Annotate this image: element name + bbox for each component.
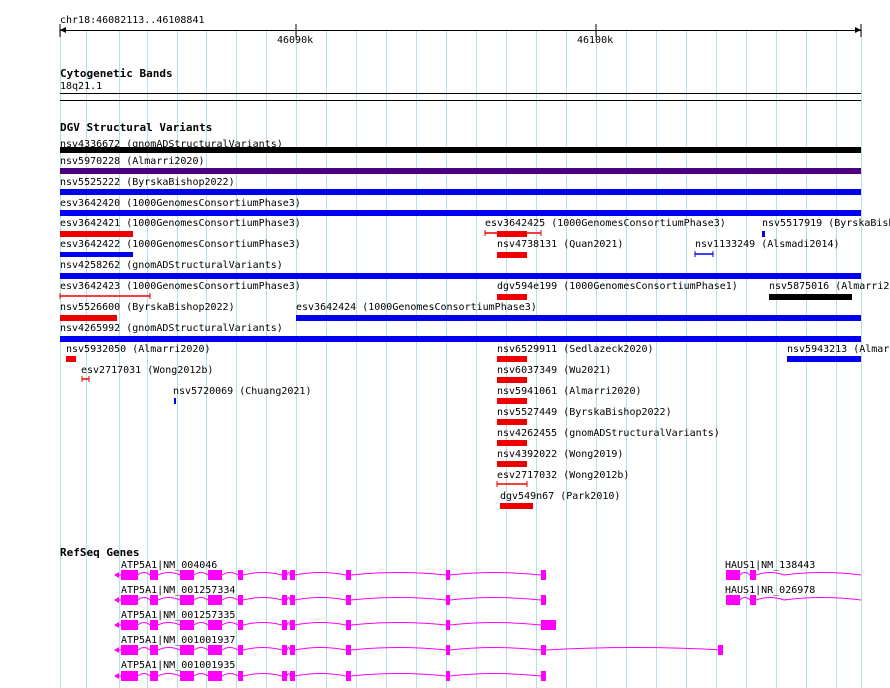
gene-strand-arrow[interactable] xyxy=(114,673,119,679)
gene-exon[interactable] xyxy=(290,645,295,655)
gene-strand-arrow[interactable] xyxy=(114,647,119,653)
gene-exon[interactable] xyxy=(238,570,243,580)
gene-exon[interactable] xyxy=(290,570,295,580)
gene-exon[interactable] xyxy=(180,645,194,655)
gene-exon[interactable] xyxy=(282,645,287,655)
gene-exon[interactable] xyxy=(121,570,138,580)
gene-exon[interactable] xyxy=(446,645,450,655)
dgv-feature-bar[interactable] xyxy=(60,252,133,257)
gene-exon[interactable] xyxy=(150,645,158,655)
gene-exon[interactable] xyxy=(208,620,222,630)
gene-intron-line[interactable] xyxy=(116,673,542,677)
dgv-feature-bar[interactable] xyxy=(497,377,527,383)
gene-exon[interactable] xyxy=(208,645,222,655)
gene-exon[interactable] xyxy=(121,645,138,655)
gene-exon[interactable] xyxy=(121,671,138,681)
ruler-left-arrow[interactable] xyxy=(60,27,66,33)
gene-exon[interactable] xyxy=(150,671,158,681)
gene-exon[interactable] xyxy=(541,595,546,605)
gene-exon[interactable] xyxy=(180,570,194,580)
gene-exon[interactable] xyxy=(346,671,351,681)
dgv-feature-bar[interactable] xyxy=(296,315,861,321)
gene-exon[interactable] xyxy=(208,595,222,605)
gene-exon[interactable] xyxy=(446,570,450,580)
gene-exon[interactable] xyxy=(238,595,243,605)
dgv-feature-bar[interactable] xyxy=(787,356,861,362)
gene-intron-line[interactable] xyxy=(116,622,542,626)
gene-exon[interactable] xyxy=(282,671,287,681)
dgv-feature-bar[interactable] xyxy=(60,336,861,342)
gene-strand-arrow[interactable] xyxy=(114,572,119,578)
gene-exon[interactable] xyxy=(180,595,194,605)
dgv-feature-bar[interactable] xyxy=(769,294,852,300)
dgv-feature-bar[interactable] xyxy=(174,398,176,404)
gene-intron-line[interactable] xyxy=(116,597,542,601)
dgv-feature-bar[interactable] xyxy=(497,294,527,300)
dgv-feature-bar[interactable] xyxy=(60,189,861,195)
feature-glyphs xyxy=(59,24,862,681)
gene-exon[interactable] xyxy=(541,620,556,630)
gene-exon[interactable] xyxy=(726,595,740,605)
gene-exon[interactable] xyxy=(346,570,351,580)
gene-exon[interactable] xyxy=(180,620,194,630)
gene-exon[interactable] xyxy=(718,645,723,655)
gene-exon[interactable] xyxy=(121,620,138,630)
gene-exon[interactable] xyxy=(541,645,546,655)
gene-intron-line[interactable] xyxy=(726,572,862,576)
gene-exon[interactable] xyxy=(346,645,351,655)
gene-exon[interactable] xyxy=(208,570,222,580)
gene-exon[interactable] xyxy=(150,620,158,630)
gene-exon[interactable] xyxy=(238,671,243,681)
gene-exon[interactable] xyxy=(282,570,287,580)
gene-exon[interactable] xyxy=(446,671,450,681)
gene-exon[interactable] xyxy=(208,671,222,681)
dgv-feature-bar[interactable] xyxy=(60,315,117,321)
gene-exon[interactable] xyxy=(150,595,158,605)
gene-intron-line[interactable] xyxy=(726,597,862,601)
gene-strand-arrow[interactable] xyxy=(114,622,119,628)
gene-exon[interactable] xyxy=(446,620,450,630)
gene-exon[interactable] xyxy=(750,595,756,605)
gene-exon[interactable] xyxy=(150,570,158,580)
gene-exon[interactable] xyxy=(726,570,740,580)
gene-exon[interactable] xyxy=(282,595,287,605)
gene-exon[interactable] xyxy=(541,671,546,681)
dgv-feature-bar[interactable] xyxy=(497,419,527,425)
dgv-feature-bar[interactable] xyxy=(66,356,76,362)
dgv-feature-bar[interactable] xyxy=(60,168,861,174)
gene-exon[interactable] xyxy=(290,620,295,630)
dgv-feature-bar[interactable] xyxy=(497,440,527,446)
ruler-right-arrow[interactable] xyxy=(855,27,861,33)
dgv-feature-bar[interactable] xyxy=(60,273,861,279)
gene-exon[interactable] xyxy=(290,595,295,605)
gene-strand-arrow[interactable] xyxy=(114,597,119,603)
dgv-feature-bar[interactable] xyxy=(497,252,527,258)
gene-exon[interactable] xyxy=(346,620,351,630)
gene-exon[interactable] xyxy=(180,671,194,681)
gene-exon[interactable] xyxy=(238,645,243,655)
dgv-feature-bar[interactable] xyxy=(497,231,527,237)
genome-browser-view: chr18:46082113..46108841 46090k 46100k C… xyxy=(0,0,890,688)
gene-exon[interactable] xyxy=(282,620,287,630)
dgv-feature-bar[interactable] xyxy=(497,356,527,362)
dgv-feature-bar[interactable] xyxy=(60,147,861,153)
gene-exon[interactable] xyxy=(541,570,546,580)
gene-intron-line[interactable] xyxy=(116,572,542,576)
dgv-feature-bar[interactable] xyxy=(500,503,533,509)
gene-exon[interactable] xyxy=(750,570,756,580)
dgv-feature-bar[interactable] xyxy=(762,231,765,237)
gene-exon[interactable] xyxy=(238,620,243,630)
gene-intron-line[interactable] xyxy=(116,647,723,651)
gene-exon[interactable] xyxy=(346,595,351,605)
gene-exon[interactable] xyxy=(446,595,450,605)
dgv-feature-bar[interactable] xyxy=(497,461,527,467)
dgv-feature-bar[interactable] xyxy=(60,210,861,216)
dgv-feature-bar[interactable] xyxy=(60,231,133,237)
dgv-feature-bar[interactable] xyxy=(497,398,527,404)
gene-exon[interactable] xyxy=(121,595,138,605)
gene-exon[interactable] xyxy=(290,671,295,681)
